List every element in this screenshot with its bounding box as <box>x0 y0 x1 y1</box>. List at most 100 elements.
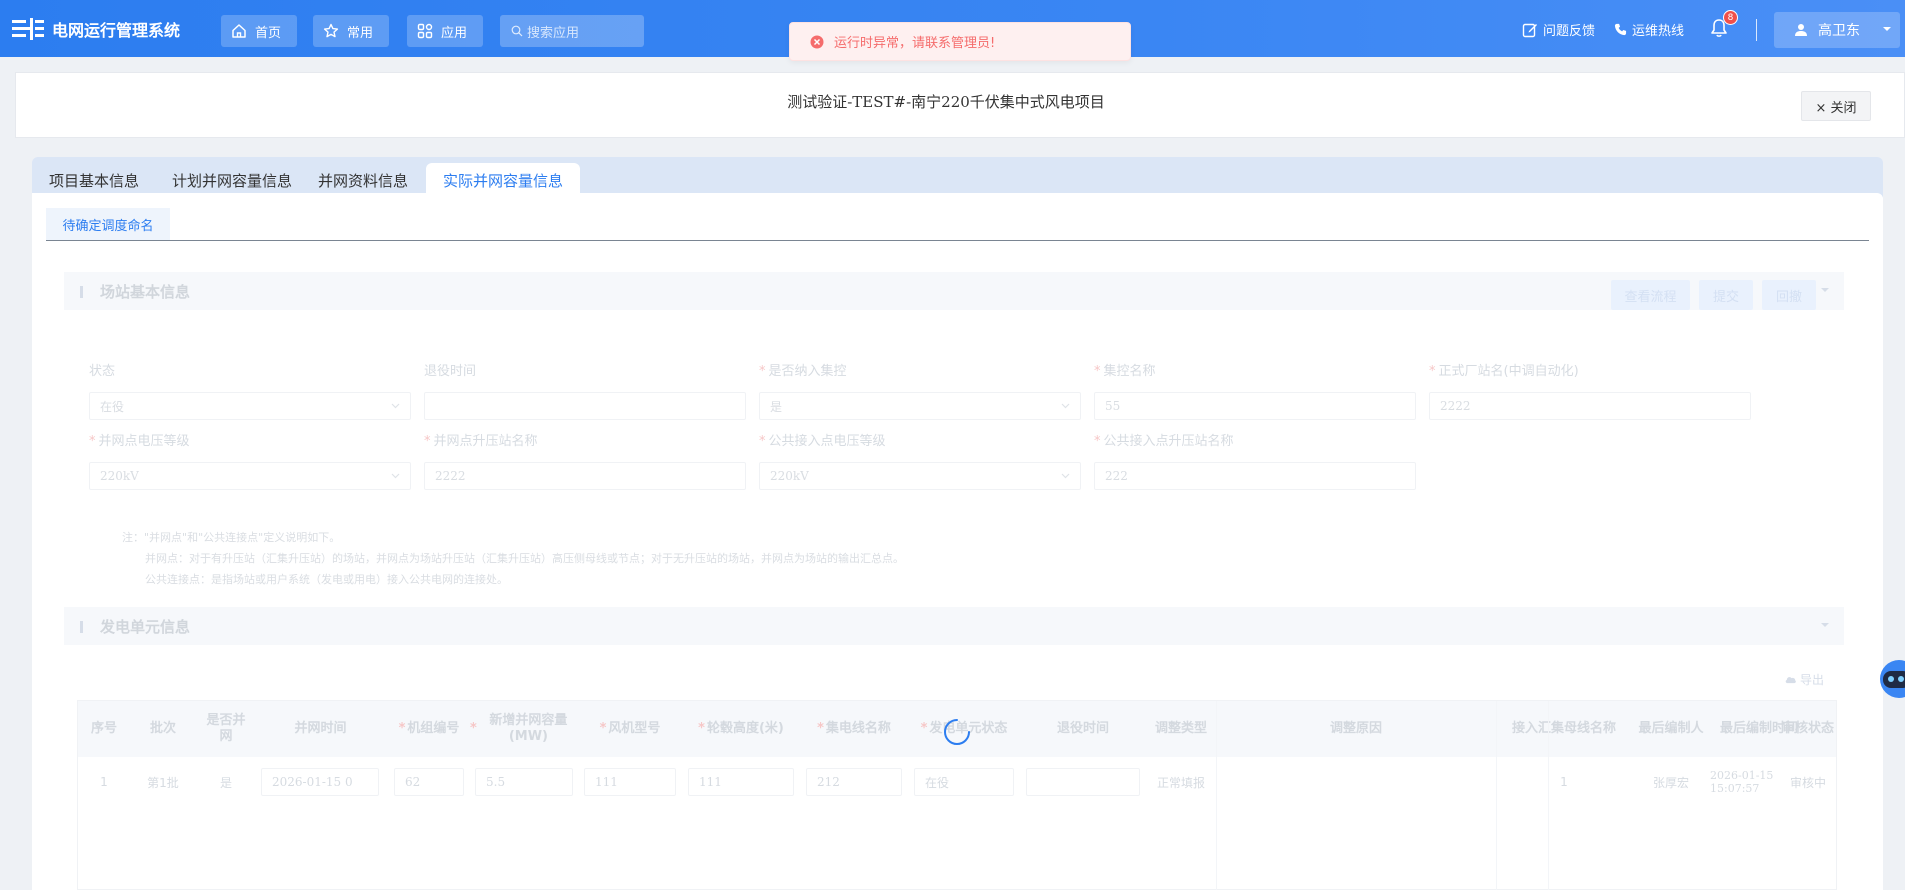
pcc-voltage-label: * 公共接入点电压等级 <box>759 434 886 449</box>
grid-substation-label: * 并网点升压站名称 <box>424 434 538 449</box>
grid-voltage-select[interactable]: 220kV <box>89 462 411 490</box>
search-placeholder: 搜索应用 <box>527 25 580 41</box>
tab-actual-grid-capacity[interactable]: 实际并网容量信息 <box>426 163 581 197</box>
unit-info-section-header[interactable]: 发电单元信息 <box>64 607 1844 645</box>
cell-index: 1 <box>100 775 108 789</box>
cell-grid-time-input[interactable]: 2026-01-15 0 <box>261 768 379 796</box>
cell-capacity-input[interactable]: 5.5 <box>475 768 573 796</box>
cell-line-name-input[interactable]: 212 <box>806 768 902 796</box>
definition-note-title: 注："并网点"和"公共连接点"定义说明如下。 <box>122 531 341 544</box>
user-menu-button[interactable]: 高卫东 <box>1774 12 1900 48</box>
hotline-link[interactable]: 运维热线 <box>1614 20 1684 39</box>
col-adjust-reason: 调整原因 <box>1329 721 1382 736</box>
cell-review-status: 审核中 <box>1789 775 1826 790</box>
page-title: 测试验证-TEST#-南宁220千伏集中式风电项目 <box>787 93 1105 111</box>
feedback-link[interactable]: 问题反馈 <box>1522 20 1595 39</box>
status-select[interactable]: 在役 <box>89 392 411 420</box>
revoke-button[interactable]: 回撤 <box>1762 280 1816 310</box>
cell-unit-status-select[interactable]: 在役 <box>914 768 1014 796</box>
apps-grid-icon <box>417 23 433 39</box>
review-flow-button[interactable]: 查看流程 <box>1611 280 1690 310</box>
nav-apps-button[interactable]: 应用 <box>407 15 483 47</box>
pcc-substation-input[interactable]: 222 <box>1094 462 1416 490</box>
col-adjust-type: 调整类型 <box>1154 721 1207 736</box>
hotline-label: 运维热线 <box>1632 24 1685 39</box>
cell-hub-height-input[interactable]: 111 <box>688 768 794 796</box>
section-marker <box>80 286 83 298</box>
pcc-voltage-select[interactable]: 220kV <box>759 462 1081 490</box>
cell-adjust-type: 正常填报 <box>1156 775 1205 790</box>
status-label: 状态 <box>89 364 116 379</box>
cell-is-grid: 是 <box>219 775 232 790</box>
formal-plant-name-label: * 正式厂站名(中调自动化) <box>1429 364 1579 379</box>
col-grid-time: 并网时间 <box>294 721 347 736</box>
assistant-robot-icon[interactable] <box>1877 659 1905 699</box>
close-button[interactable]: × 关闭 <box>1801 91 1871 121</box>
project-title-card: 测试验证-TEST#-南宁220千伏集中式风电项目 × 关闭 <box>15 72 1905 138</box>
app-title: 电网运行管理系统 <box>52 21 181 40</box>
nav-common-button[interactable]: 常用 <box>313 15 389 47</box>
section-marker <box>80 621 83 633</box>
definition-note-grid-point: 并网点：对于有升压站（汇集升压站）的场站，并网点为场站升压站（汇集升压站）高压侧… <box>145 552 904 565</box>
home-icon <box>232 24 246 38</box>
star-icon <box>323 23 339 38</box>
col-unit-no: * 机组编号 <box>398 721 460 736</box>
cell-retire-time-input[interactable] <box>1026 768 1140 796</box>
cell-editor: 张厚宏 <box>1652 775 1689 790</box>
col-review-status: 审核状态 <box>1781 721 1834 736</box>
is-centralized-label: * 是否纳入集控 <box>759 364 847 379</box>
cell-unit-no-input[interactable]: 62 <box>394 768 464 796</box>
caret-down-icon <box>1883 27 1891 31</box>
station-info-section-header[interactable]: 场站基本信息 <box>64 272 1844 310</box>
app-logo[interactable]: 电网运行管理系统 <box>12 14 180 44</box>
subtab-pending-dispatch-naming[interactable]: 待确定调度命名 <box>46 208 170 240</box>
error-toast: 运行时异常，请联系管理员! <box>789 22 1131 61</box>
col-is-grid: 是否并网 <box>206 713 246 744</box>
chevron-down-icon <box>391 473 400 479</box>
tab-bar: 项目基本信息 计划并网容量信息 并网资料信息 实际并网容量信息 <box>32 157 1883 197</box>
export-button[interactable]: 导出 <box>1784 671 1824 688</box>
cell-model-input[interactable]: 111 <box>584 768 676 796</box>
chevron-down-icon <box>1821 288 1829 292</box>
cell-batch: 第1批 <box>147 775 179 790</box>
user-icon <box>1795 24 1807 36</box>
toast-message: 运行时异常，请联系管理员! <box>834 36 996 51</box>
chevron-down-icon <box>1061 403 1070 409</box>
loading-spinner-icon <box>944 719 970 745</box>
centralized-name-input[interactable]: 55 <box>1094 392 1416 420</box>
tab-project-basic-info[interactable]: 项目基本信息 <box>32 163 156 197</box>
is-centralized-select[interactable]: 是 <box>759 392 1081 420</box>
user-name: 高卫东 <box>1818 23 1860 39</box>
pcc-substation-label: * 公共接入点升压站名称 <box>1094 434 1234 449</box>
header-divider <box>1756 19 1757 41</box>
centralized-name-label: * 集控名称 <box>1094 364 1156 379</box>
subtab-divider <box>46 240 1869 241</box>
nav-common-label: 常用 <box>347 25 374 41</box>
chevron-down-icon <box>391 403 400 409</box>
phone-icon <box>1614 23 1627 36</box>
grid-logo-icon <box>12 18 44 40</box>
search-app-input[interactable]: 搜索应用 <box>500 15 644 47</box>
submit-button[interactable]: 提交 <box>1699 280 1753 310</box>
col-editor: 最后编制人 <box>1638 721 1704 736</box>
tab-actual-grid-capacity-label: 实际并网容量信息 <box>443 171 564 190</box>
notification-badge: 8 <box>1723 10 1738 25</box>
formal-plant-name-input[interactable]: 2222 <box>1429 392 1751 420</box>
col-hub-height: * 轮毂高度(米) <box>698 721 784 736</box>
nav-home-label: 首页 <box>255 25 282 41</box>
nav-apps-label: 应用 <box>441 25 468 41</box>
nav-home-button[interactable]: 首页 <box>221 15 297 47</box>
grid-substation-input[interactable]: 2222 <box>424 462 746 490</box>
cloud-upload-icon <box>1785 677 1796 684</box>
col-model: * 风机型号 <box>599 721 661 736</box>
col-batch: 批次 <box>149 721 176 736</box>
tab-planned-grid-capacity[interactable]: 计划并网容量信息 <box>155 163 309 197</box>
retire-time-input[interactable] <box>424 392 746 420</box>
export-label: 导出 <box>1800 673 1825 687</box>
col-index: 序号 <box>90 721 117 736</box>
chevron-down-icon <box>1821 623 1829 627</box>
feedback-label: 问题反馈 <box>1543 24 1596 39</box>
tab-grid-documents[interactable]: 并网资料信息 <box>301 163 425 197</box>
cell-bus-name: 1 <box>1560 775 1568 789</box>
col-bus-name: 接入汇集母线名称 <box>1511 721 1616 736</box>
